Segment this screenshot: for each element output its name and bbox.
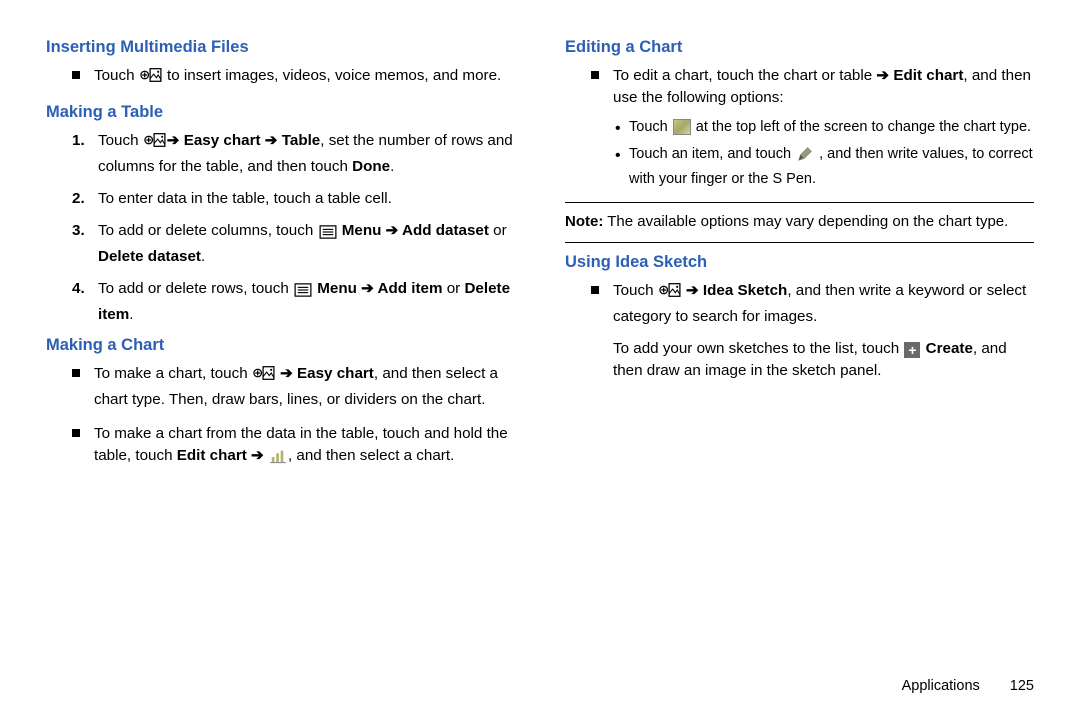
manual-page: Inserting Multimedia Files Touch to inse… (0, 0, 1080, 483)
left-column: Inserting Multimedia Files Touch to inse… (46, 38, 515, 483)
divider (565, 242, 1034, 243)
add-media-icon (140, 66, 162, 91)
add-media-icon (253, 364, 275, 389)
list-item: Touch to insert images, videos, voice me… (72, 65, 515, 91)
list-item: To enter data in the table, touch a tabl… (72, 188, 515, 210)
section-name: Applications (902, 678, 980, 694)
page-footer: Applications 125 (902, 678, 1034, 694)
plus-icon: + (904, 342, 920, 358)
chart-type-icon (673, 119, 691, 135)
list-item: To make a chart, touch ➔ Easy chart, and… (72, 363, 515, 411)
list-item: To add or delete rows, touch Menu ➔ Add … (72, 278, 515, 326)
page-number: 125 (1010, 678, 1034, 694)
list-item: Touch ➔ Idea Sketch, and then write a ke… (591, 280, 1034, 382)
divider (565, 202, 1034, 203)
list-item: Touch an item, and touch , and then writ… (613, 144, 1034, 190)
menu-icon (294, 282, 312, 304)
heading-making-chart: Making a Chart (46, 336, 515, 355)
pencil-icon (796, 146, 814, 169)
list-item: Touch ➔ Easy chart ➔ Table, set the numb… (72, 130, 515, 178)
list-item: To edit a chart, touch the chart or tabl… (591, 65, 1034, 190)
heading-inserting-multimedia: Inserting Multimedia Files (46, 38, 515, 57)
list-item: Touch at the top left of the screen to c… (613, 117, 1034, 138)
add-media-icon (144, 131, 166, 156)
chart-icon (269, 448, 287, 471)
heading-idea-sketch: Using Idea Sketch (565, 253, 1034, 272)
note-text: Note: The available options may vary dep… (565, 211, 1034, 232)
heading-editing-chart: Editing a Chart (565, 38, 1034, 57)
list-item: To make a chart from the data in the tab… (72, 423, 515, 471)
heading-making-table: Making a Table (46, 103, 515, 122)
list-item: To add or delete columns, touch Menu ➔ A… (72, 220, 515, 268)
menu-icon (319, 224, 337, 246)
add-media-icon (659, 281, 681, 306)
right-column: Editing a Chart To edit a chart, touch t… (565, 38, 1034, 483)
